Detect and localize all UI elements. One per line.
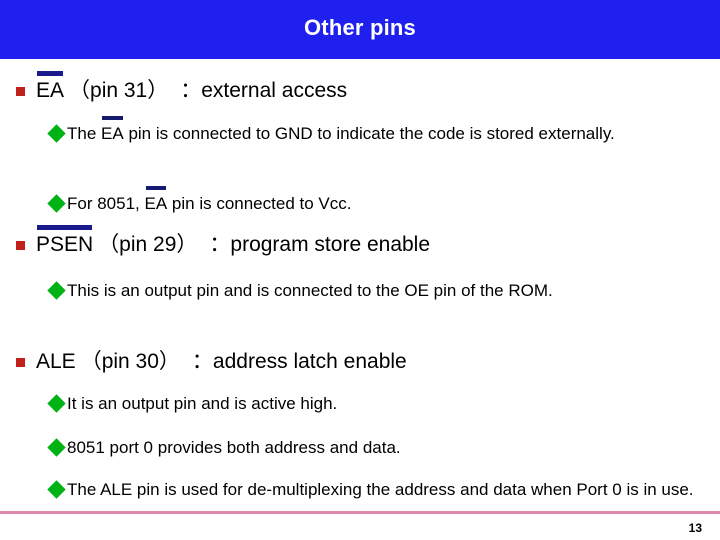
sub-bullet-ea-gnd-suffix: pin is connected to GND to indicate the … bbox=[123, 124, 615, 143]
sub-bullet-ea-gnd-prefix: The bbox=[67, 124, 102, 143]
diamond-bullet-icon bbox=[47, 281, 66, 300]
sub-bullet-ea-vcc-text: For 8051, EA pin is connected to Vcc. bbox=[67, 185, 352, 216]
bullet-psen-colon: ： bbox=[209, 233, 231, 256]
bullet-ale: ALE （pin 30） ：address latch enable bbox=[16, 347, 716, 377]
sub-bullet-ale-demux-text: The ALE pin is used for de-multiplexing … bbox=[67, 480, 694, 499]
bullet-ale-colon: ： bbox=[191, 350, 213, 373]
sub-bullet-ale-demux: The ALE pin is used for de-multiplexing … bbox=[47, 477, 710, 502]
sub-bullet-ale-port0: 8051 port 0 provides both address and da… bbox=[47, 435, 710, 460]
slide-body: EA （pin 31） ：external access The EA pin is… bbox=[0, 59, 720, 540]
footer-rule bbox=[0, 511, 720, 514]
page-title: Other pins bbox=[303, 15, 416, 40]
diamond-bullet-icon bbox=[47, 194, 66, 213]
sub-bullet-psen-oe-text: This is an output pin and is connected t… bbox=[67, 281, 553, 300]
sub-bullet-ea-vcc: For 8051, EA pin is connected to Vcc. bbox=[47, 185, 710, 216]
page-number: 13 bbox=[688, 521, 702, 535]
sub-bullet-ea-vcc-suffix: pin is connected to Vcc. bbox=[167, 194, 352, 213]
bullet-psen-desc: program store enable bbox=[230, 233, 431, 256]
bullet-ale-desc: address latch enable bbox=[212, 350, 407, 373]
sub-bullet-psen-oe: This is an output pin and is connected t… bbox=[47, 278, 710, 303]
diamond-bullet-icon bbox=[47, 438, 66, 457]
bullet-ea: EA （pin 31） ：external access bbox=[16, 70, 716, 106]
sub-bullet-ea-gnd: The EA pin is connected to GND to indica… bbox=[47, 115, 710, 146]
sub-bullet-ale-active-high-text: It is an output pin and is active high. bbox=[67, 394, 338, 413]
bullet-ale-pin: （pin 30） bbox=[80, 350, 180, 373]
sub-bullet-ale-active-high: It is an output pin and is active high. bbox=[47, 391, 710, 416]
sub-bullet-ea-vcc-overlined: EA bbox=[145, 185, 167, 216]
square-bullet-icon bbox=[16, 241, 25, 250]
diamond-bullet-icon bbox=[47, 124, 66, 143]
sub-bullet-ea-vcc-prefix: For 8051, bbox=[67, 194, 145, 213]
title-banner: Other pins bbox=[0, 0, 720, 59]
square-bullet-icon bbox=[16, 87, 25, 96]
bullet-psen-name: PSEN bbox=[36, 224, 93, 260]
bullet-ale-text: ALE （pin 30） ：address latch enable bbox=[36, 347, 407, 377]
square-bullet-icon bbox=[16, 358, 25, 367]
bullet-ea-pin: （pin 31） bbox=[69, 79, 169, 102]
sub-bullet-ea-gnd-overlined: EA bbox=[101, 115, 124, 146]
sub-bullet-ea-gnd-text: The EA pin is connected to GND to indica… bbox=[67, 115, 615, 146]
bullet-ea-desc: external access bbox=[201, 79, 348, 102]
diamond-bullet-icon bbox=[47, 480, 66, 499]
diamond-bullet-icon bbox=[47, 394, 66, 413]
bullet-psen-text: PSEN （pin 29） ：program store enable bbox=[36, 224, 431, 260]
bullet-ea-colon: ： bbox=[180, 79, 202, 102]
bullet-ale-name: ALE bbox=[36, 350, 76, 373]
bullet-psen: PSEN （pin 29） ：program store enable bbox=[16, 224, 716, 260]
bullet-ea-name: EA bbox=[36, 70, 64, 106]
sub-bullet-ale-port0-text: 8051 port 0 provides both address and da… bbox=[67, 438, 401, 457]
bullet-psen-pin: （pin 29） bbox=[98, 233, 198, 256]
bullet-ea-text: EA （pin 31） ：external access bbox=[36, 70, 348, 106]
